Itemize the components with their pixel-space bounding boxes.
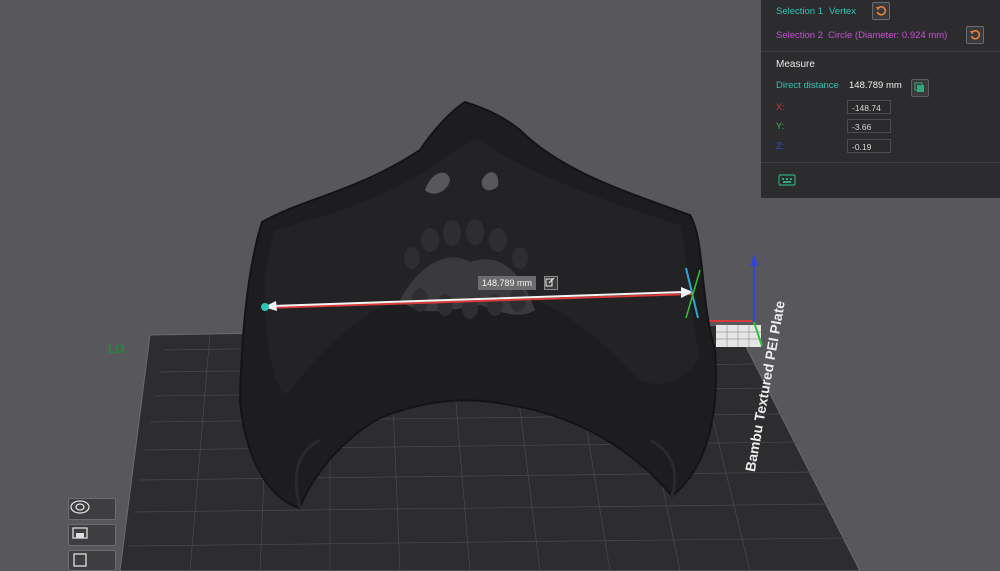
plate-view-button[interactable] <box>68 524 116 546</box>
selection2-row: Selection 2 Circle (Diameter: 0.924 mm) <box>776 26 947 44</box>
z-value[interactable]: -0.19 <box>847 139 891 153</box>
selection2-reset-button[interactable] <box>966 26 984 44</box>
reset-icon <box>876 6 887 16</box>
object-icon <box>73 553 87 567</box>
selection1-row: Selection 1 Vertex <box>776 2 856 20</box>
direct-distance-label: Direct distance <box>776 80 839 91</box>
reset-icon <box>970 30 981 40</box>
direct-distance-value: 148.789 mm <box>849 80 902 91</box>
dimension-label: 148.789 mm <box>478 276 537 290</box>
x-value[interactable]: -148.74 <box>847 100 891 114</box>
plate-corner-marker <box>716 325 761 347</box>
layers-icon <box>70 500 90 514</box>
selection1-vertex-marker <box>261 303 269 311</box>
dimension-edit-button[interactable] <box>544 276 558 290</box>
selection2-type: Circle (Diameter: 0.924 mm) <box>828 29 948 41</box>
keyboard-icon[interactable] <box>778 174 796 186</box>
measure-title: Measure <box>776 59 815 70</box>
selection1-label: Selection 1 <box>776 5 824 17</box>
y-value[interactable]: -3.66 <box>847 119 891 133</box>
view-cube-button[interactable] <box>68 498 116 520</box>
edit-icon <box>545 277 555 287</box>
panel-divider <box>761 51 1000 52</box>
selection2-label: Selection 2 <box>776 29 824 41</box>
plate-corner-text: LO <box>108 342 125 356</box>
z-axis-arrow <box>750 254 758 266</box>
selection1-reset-button[interactable] <box>872 2 890 20</box>
copy-distance-button[interactable] <box>911 79 929 97</box>
copy-icon <box>914 82 924 92</box>
measure-panel: Selection 1 Vertex Selection 2 Circle (D… <box>761 0 1000 198</box>
y-label: Y: <box>776 121 785 131</box>
z-label: Z: <box>776 141 784 151</box>
x-label: X: <box>776 102 785 112</box>
plate-icon <box>72 527 88 539</box>
selection1-type: Vertex <box>829 5 856 17</box>
object-view-button[interactable] <box>68 550 116 571</box>
panel-divider <box>761 162 1000 163</box>
